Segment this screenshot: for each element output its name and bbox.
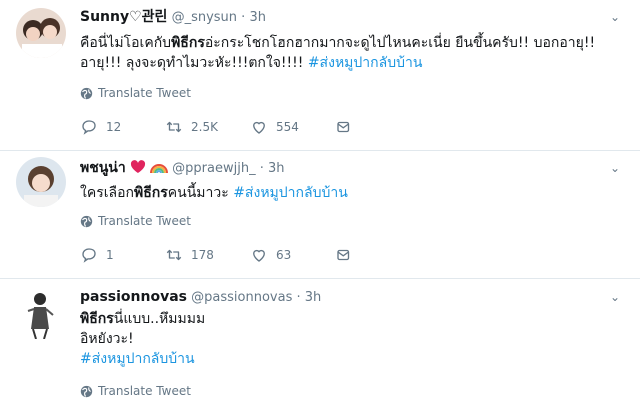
translate-tweet-link[interactable]: Translate Tweet — [80, 214, 191, 228]
rainbow-emoji-icon — [150, 164, 169, 174]
globe-icon — [80, 385, 93, 397]
text-bold-segment: พิธีกร — [171, 35, 205, 51]
retweet-icon — [166, 121, 182, 133]
reply-button[interactable]: 12 — [80, 118, 165, 136]
tweet-header: passionnovas @passionnovas · 3h — [80, 288, 321, 307]
tweet-line: คือนี่ไม่โอเคกับพิธีกรอ่ะกระโชกโฮกฮากมาก… — [80, 33, 620, 53]
tweet-header: พชนูน่า @ppraewjjh_ · 3h — [80, 159, 285, 178]
share-icon — [337, 121, 350, 133]
translate-tweet-link[interactable]: Translate Tweet — [80, 86, 191, 100]
hashtag-link[interactable]: #ส่งหมูปากลับบ้าน — [80, 351, 195, 367]
chevron-down-icon[interactable]: ⌄ — [608, 290, 622, 304]
like-count: 554 — [276, 120, 299, 134]
text-segment: ใครเลือก — [80, 185, 134, 201]
retweet-button[interactable]: 178 — [165, 246, 250, 264]
action-bar: 1 178 63 — [80, 246, 500, 264]
avatar[interactable] — [22, 289, 58, 339]
display-name[interactable]: พชนูน่า — [80, 160, 126, 176]
reply-count: 1 — [106, 248, 114, 262]
heart-icon — [253, 121, 265, 134]
text-segment: นี่แบบ..หึมมมม — [113, 311, 206, 327]
share-button[interactable] — [335, 246, 375, 264]
tweet-header: Sunny♡관린 @_snysun · 3h — [80, 8, 266, 27]
reply-icon — [82, 120, 96, 135]
tweet-2[interactable]: พชนูน่า @ppraewjjh_ · 3h ⌄ ใครเลือกพิธีก… — [0, 151, 640, 278]
display-name[interactable]: passionnovas — [80, 289, 187, 305]
like-count: 63 — [276, 248, 292, 262]
tweet-text: พิธีกรนี่แบบ..หึมมมม อิหยังวะ! #ส่งหมูปา… — [80, 309, 620, 369]
text-bold-segment: พิธีกร — [133, 185, 168, 201]
retweet-button[interactable]: 2.5K — [165, 118, 250, 136]
text-segment: อ่ะกระโชกโฮกฮากมากจะดูไปไหนคะเนี่ย ยืนขึ… — [204, 35, 596, 51]
tweet-line: อายุ!!! ลุงจะดุทำไมวะหัะ!!!ตกใจ!!!! #ส่ง… — [80, 53, 620, 73]
action-bar: 12 2.5K 554 — [80, 118, 500, 136]
user-handle[interactable]: @ppraewjjh_ — [172, 161, 255, 176]
share-button[interactable] — [335, 118, 375, 136]
tweet-1[interactable]: Sunny♡관린 @_snysun · 3h ⌄ คือนี่ไม่โอเคกั… — [0, 0, 640, 150]
retweet-icon — [166, 249, 182, 261]
separator-dot: · — [296, 290, 301, 305]
separator-dot: · — [259, 161, 264, 176]
like-button[interactable]: 63 — [250, 246, 335, 264]
retweet-count: 2.5K — [191, 120, 218, 134]
user-handle[interactable]: @passionnovas — [191, 290, 292, 305]
translate-label: Translate Tweet — [98, 86, 191, 100]
retweet-count: 178 — [191, 248, 214, 262]
text-bold-segment: พิธีกร — [80, 311, 114, 327]
hashtag-link[interactable]: #ส่งหมูปากลับบ้าน — [308, 55, 423, 71]
tweet-text: ใครเลือกพิธีกรคนนี้มาวะ #ส่งหมูปากลับบ้า… — [80, 183, 620, 203]
heart-icon — [253, 249, 265, 262]
globe-icon — [80, 87, 93, 99]
heart-emoji-icon — [130, 160, 145, 173]
separator-dot: · — [241, 10, 246, 25]
avatar[interactable] — [16, 157, 66, 207]
globe-icon — [80, 215, 93, 227]
tweet-3[interactable]: passionnovas @passionnovas · 3h ⌄ พิธีกร… — [0, 279, 640, 409]
translate-label: Translate Tweet — [98, 214, 191, 228]
translate-tweet-link[interactable]: Translate Tweet — [80, 384, 191, 398]
timestamp[interactable]: 3h — [249, 10, 266, 25]
tweet-line: ใครเลือกพิธีกรคนนี้มาวะ #ส่งหมูปากลับบ้า… — [80, 183, 620, 203]
reply-icon — [82, 248, 96, 263]
text-segment: คนนี้มาวะ — [167, 185, 234, 201]
display-name[interactable]: Sunny♡관린 — [80, 9, 167, 25]
tweet-line: อิหยังวะ! — [80, 329, 620, 349]
tweet-line: พิธีกรนี่แบบ..หึมมมม — [80, 309, 620, 329]
hashtag-link[interactable]: #ส่งหมูปากลับบ้าน — [233, 185, 348, 201]
chevron-down-icon[interactable]: ⌄ — [608, 10, 622, 24]
user-handle[interactable]: @_snysun — [172, 10, 237, 25]
tweet-line: #ส่งหมูปากลับบ้าน — [80, 349, 620, 369]
timestamp[interactable]: 3h — [305, 290, 322, 305]
reply-button[interactable]: 1 — [80, 246, 165, 264]
avatar[interactable] — [16, 8, 66, 58]
text-segment: อายุ!!! ลุงจะดุทำไมวะหัะ!!!ตกใจ!!!! — [80, 55, 308, 71]
like-button[interactable]: 554 — [250, 118, 335, 136]
timestamp[interactable]: 3h — [268, 161, 285, 176]
share-icon — [337, 249, 350, 261]
text-segment: คือนี่ไม่โอเคกับ — [80, 35, 172, 51]
chevron-down-icon[interactable]: ⌄ — [608, 161, 622, 175]
text-segment: อิหยังวะ! — [80, 331, 134, 347]
translate-label: Translate Tweet — [98, 384, 191, 398]
reply-count: 12 — [106, 120, 122, 134]
tweet-text: คือนี่ไม่โอเคกับพิธีกรอ่ะกระโชกโฮกฮากมาก… — [80, 33, 620, 73]
